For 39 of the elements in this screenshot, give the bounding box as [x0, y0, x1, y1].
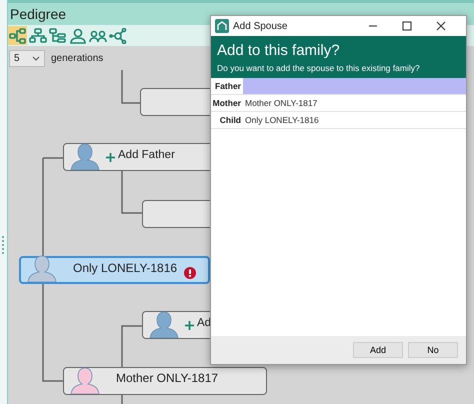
person-tool[interactable] [68, 26, 87, 45]
no-button[interactable]: No [408, 342, 458, 358]
dialog-title: Add Spouse [233, 20, 288, 32]
panel-title: Pedigree [10, 6, 66, 22]
person-silhouette-icon [70, 366, 100, 394]
plus-icon [185, 321, 194, 330]
person-name: Mother ONLY-1817 [116, 371, 218, 385]
connector-line [121, 70, 141, 104]
chevron-down-icon [32, 56, 40, 60]
add-person-label: Ad [197, 317, 212, 329]
tree-tool[interactable] [48, 26, 67, 45]
person-silhouette-icon [27, 254, 57, 282]
descendants-tool[interactable] [28, 26, 47, 45]
maximize-icon[interactable] [402, 21, 412, 31]
network-tool[interactable] [108, 26, 127, 45]
role-label: Father [214, 80, 242, 93]
app-icon [215, 19, 229, 33]
family-member-cell[interactable] [243, 78, 466, 94]
family-member-cell[interactable]: Only LONELY-1816 [243, 112, 466, 128]
dialog-subtitle: Do you want to add the spouse to this existing family? [217, 63, 421, 73]
person-silhouette-icon [70, 142, 100, 170]
connector-line [121, 171, 143, 214]
add-person-label: Add Father [118, 149, 175, 161]
role-label: Child [218, 114, 242, 127]
close-icon[interactable] [436, 21, 446, 31]
person-name: Only LONELY-1816 [73, 261, 178, 275]
add-button[interactable]: Add [353, 342, 403, 358]
dialog-heading: Add to this family? [217, 42, 341, 59]
plus-icon [106, 153, 115, 162]
person-box[interactable]: Mother ONLY-1817 [63, 367, 267, 395]
generations-label: generations [51, 52, 104, 64]
generations-dropdown[interactable]: 5 [9, 50, 45, 66]
person-silhouette-icon [149, 310, 179, 338]
family-member-cell[interactable]: Mother ONLY-1817 [243, 95, 466, 111]
connector-line [121, 395, 123, 404]
role-label: Mother [212, 97, 242, 110]
connector-line [121, 325, 143, 367]
person-box[interactable]: Only LONELY-1816 [19, 256, 210, 284]
pedigree-tool[interactable] [8, 26, 27, 45]
